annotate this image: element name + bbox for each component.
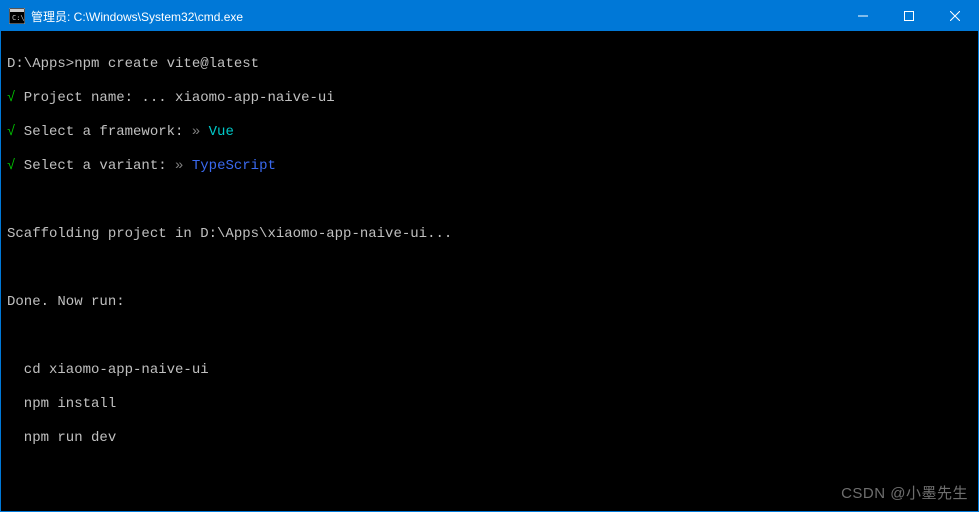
done-text: Done. Now run: — [7, 294, 125, 310]
command-text: npm create vite@latest — [74, 56, 259, 72]
arrow-icon: » — [192, 124, 200, 140]
variant-label: Select a variant: — [15, 158, 175, 174]
terminal-output[interactable]: D:\Apps>npm create vite@latest √ Project… — [1, 31, 978, 511]
scaffolding-text: Scaffolding project in D:\Apps\xiaomo-ap… — [7, 226, 452, 242]
cmd-icon: C:\ — [9, 8, 25, 24]
svg-text:C:\: C:\ — [12, 14, 25, 22]
window-title: 管理员: C:\Windows\System32\cmd.exe — [31, 8, 243, 25]
prompt: D:\Apps> — [7, 56, 74, 72]
project-name-label: Project name: ... — [15, 90, 175, 106]
close-button[interactable] — [932, 1, 978, 31]
step-cd: cd xiaomo-app-naive-ui — [7, 362, 209, 378]
project-name-value: xiaomo-app-naive-ui — [175, 90, 335, 106]
variant-value: TypeScript — [192, 158, 276, 174]
framework-label: Select a framework: — [15, 124, 191, 140]
window-controls — [840, 1, 978, 31]
titlebar[interactable]: C:\ 管理员: C:\Windows\System32\cmd.exe — [1, 1, 978, 31]
step-dev: npm run dev — [7, 430, 116, 446]
cmd-window: C:\ 管理员: C:\Windows\System32\cmd.exe D:\… — [0, 0, 979, 512]
framework-value: Vue — [209, 124, 234, 140]
minimize-button[interactable] — [840, 1, 886, 31]
maximize-button[interactable] — [886, 1, 932, 31]
step-install: npm install — [7, 396, 116, 412]
